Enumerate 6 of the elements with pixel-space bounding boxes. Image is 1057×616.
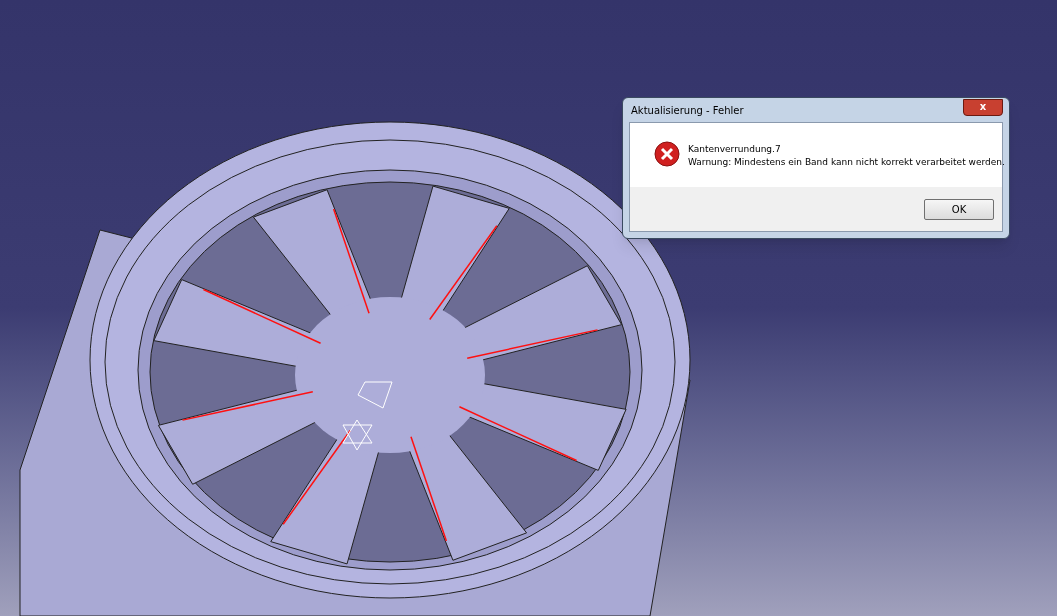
ok-button[interactable]: OK [924, 198, 994, 220]
error-icon [654, 141, 680, 167]
error-heading: Kantenverrundung.7 [688, 143, 782, 156]
close-button[interactable]: x [963, 98, 1003, 116]
dialog-title: Aktualisierung - Fehler [630, 103, 744, 118]
error-message: Warnung: Mindestens ein Band kann nicht korrekt verarbeitet werden. [688, 156, 1005, 169]
